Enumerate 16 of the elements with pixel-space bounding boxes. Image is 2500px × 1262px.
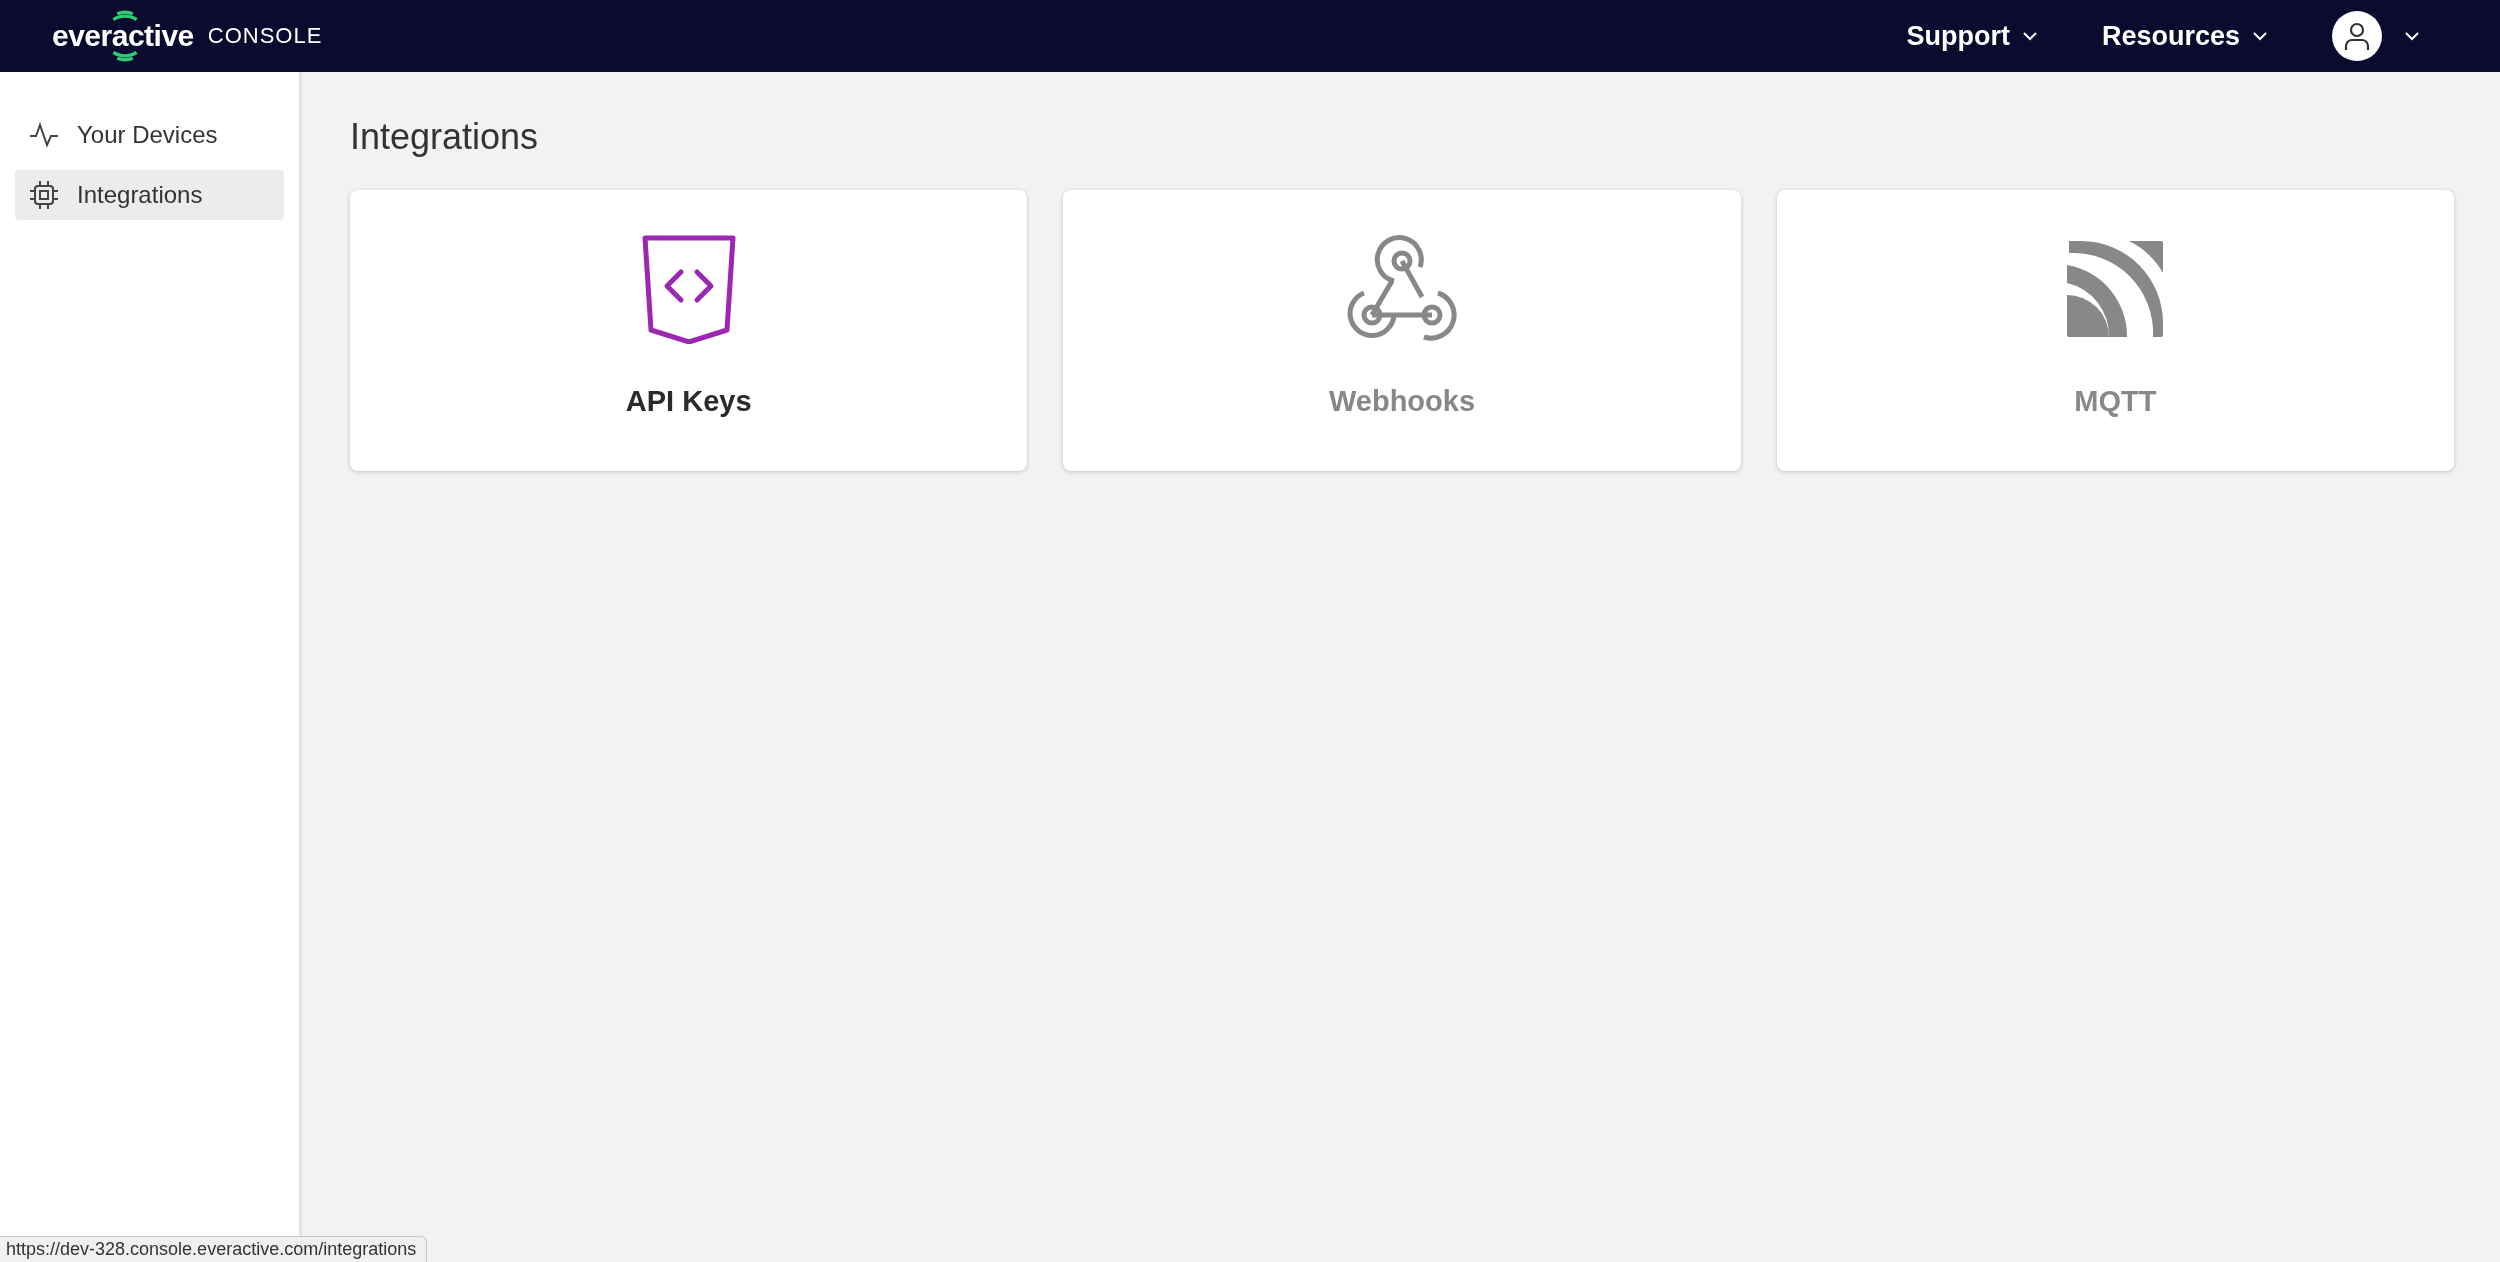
status-url: https://dev-328.console.everactive.com/integrations: [0, 1236, 428, 1262]
pulse-icon: [29, 122, 59, 148]
avatar-icon[interactable]: [2332, 11, 2382, 61]
chevron-down-icon: [2021, 31, 2038, 41]
nav-menu[interactable]: Support: [1906, 20, 2038, 52]
nav-menu[interactable]: Resources: [2101, 20, 2268, 52]
sidebar-item[interactable]: Your Devices: [15, 110, 284, 160]
logo: everactive: [52, 8, 194, 64]
chevron-down-icon: [2404, 31, 2420, 41]
integration-card[interactable]: API Keys: [350, 190, 1028, 471]
sidebar-item[interactable]: Integrations: [15, 170, 284, 220]
page-title: Integrations: [350, 116, 540, 158]
chevron-down-icon: [2252, 31, 2268, 41]
mqtt-icon: [2065, 239, 2166, 339]
product-name: CONSOLE: [207, 23, 323, 49]
chip-icon: [29, 180, 59, 210]
